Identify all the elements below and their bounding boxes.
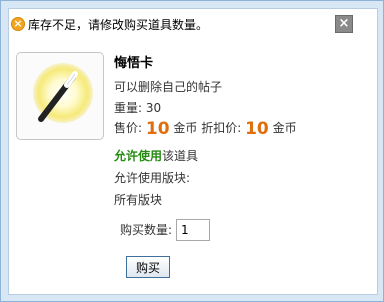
- item-weight: 重量: 30: [114, 101, 162, 115]
- price-value: 10: [145, 119, 170, 139]
- sections-value: 所有版块: [114, 193, 163, 207]
- allow-row: 允许使用该道具: [114, 148, 198, 164]
- discount-unit: 金币: [272, 121, 297, 135]
- item-price-row: 售价: 10 金币 折扣价: 10 金币: [114, 119, 297, 139]
- quantity-input[interactable]: [176, 219, 210, 241]
- quantity-row: 购买数量:: [114, 219, 234, 244]
- close-button[interactable]: ×: [335, 15, 353, 33]
- discount-label: 折扣价:: [201, 121, 242, 135]
- magic-wand-icon: [33, 63, 93, 123]
- item-description: 可以删除自己的帖子: [114, 80, 223, 94]
- buy-button[interactable]: 购买: [126, 256, 170, 278]
- allow-label: 允许使用: [114, 149, 163, 163]
- item-image-box: [16, 52, 104, 140]
- price-label: 售价:: [114, 121, 143, 135]
- allow-suffix: 该道具: [162, 149, 199, 163]
- item-name: 悔悟卡: [114, 56, 154, 71]
- price-unit: 金币: [173, 121, 198, 135]
- buy-row: 购买: [114, 256, 194, 278]
- notice-bar: × 库存不足，请修改购买道具数量。: [8, 14, 353, 36]
- sections-label: 允许使用版块:: [114, 171, 191, 185]
- warning-icon: ×: [11, 17, 25, 31]
- quantity-label: 购买数量:: [120, 223, 173, 237]
- discount-value: 10: [245, 119, 269, 139]
- close-icon: ×: [338, 16, 350, 31]
- notice-text: 库存不足，请修改购买道具数量。: [28, 18, 209, 32]
